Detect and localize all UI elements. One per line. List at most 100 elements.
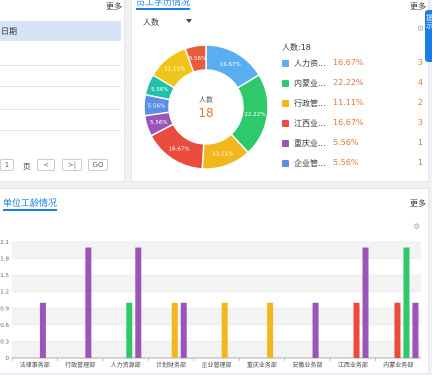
legend-swatch	[282, 80, 289, 87]
more-link[interactable]: 更多	[410, 1, 426, 12]
legend-percent: 16.67%	[333, 58, 364, 67]
legend-item[interactable]: 企业管... 5.56% 1	[282, 158, 427, 170]
x-tick-label: 重庆业务部	[247, 361, 277, 369]
grid-band	[12, 242, 421, 259]
center-value: 18	[198, 106, 213, 120]
bar[interactable]	[180, 302, 187, 358]
legend-percent: 5.56%	[333, 158, 359, 167]
y-tick-label: 2.1	[0, 240, 9, 246]
legend-count: 2	[417, 98, 423, 107]
donut-chart: 16.67% 22.22% 13.11% 16.67% 5.56% 5.56% 5.56% 1…	[143, 44, 269, 170]
bar[interactable]	[353, 302, 360, 358]
legend-swatch	[282, 60, 289, 67]
legend-name: 人力资...	[294, 59, 326, 68]
panel-title: 员工学历情况	[136, 0, 191, 10]
table-row	[0, 65, 121, 66]
y-tick-label: 0.9	[0, 306, 9, 312]
bar[interactable]	[171, 302, 178, 358]
go-button[interactable]: GO	[88, 159, 108, 171]
legend-item[interactable]: 人力资... 16.67% 3	[282, 58, 427, 70]
bar[interactable]	[312, 302, 319, 358]
slice-label: 13.11%	[212, 152, 233, 158]
chevron-down-icon[interactable]	[186, 19, 192, 23]
bar[interactable]	[39, 302, 46, 358]
legend-count: 4	[417, 78, 423, 87]
x-tick-label: 计划财务部	[156, 361, 186, 369]
legend-count: 3	[417, 58, 423, 67]
bar[interactable]	[362, 247, 369, 358]
legend-percent: 11.11%	[333, 98, 364, 107]
legend-percent: 22.22%	[333, 78, 364, 87]
x-tick-label: 企业管理部	[201, 361, 231, 369]
grid-band	[12, 308, 421, 325]
bar[interactable]	[403, 247, 410, 358]
legend-item[interactable]: 江西业... 16.67% 3	[282, 118, 427, 130]
table-row	[0, 109, 121, 110]
page-number-input[interactable]: 1	[0, 159, 14, 171]
slice-label: 5.56%	[151, 87, 168, 93]
legend-swatch	[282, 100, 289, 107]
center-label: 人数	[199, 95, 213, 104]
metric-selector[interactable]: 人数	[143, 17, 159, 28]
legend-name: 重庆业...	[294, 139, 326, 148]
last-page-button[interactable]: >|	[62, 159, 82, 171]
legend-name: 企业管...	[294, 159, 326, 168]
side-tab-label[interactable]: 提示	[426, 14, 432, 30]
seniority-panel: 单位工龄情况 更多 ⚙ 0 0.3 0.6 0.9 1.2 1.5 1.8 2.1 法律事务部行…	[0, 188, 429, 374]
settings-icon[interactable]: ⚙	[417, 24, 424, 33]
y-tick-label: 0	[6, 356, 10, 362]
x-tick-label: 内蒙业务部	[383, 361, 413, 369]
legend-item[interactable]: 内蒙业... 22.22% 4	[282, 78, 427, 90]
legend-percent: 5.56%	[333, 138, 359, 147]
x-tick-label: 安徽业务部	[292, 361, 322, 369]
x-tick-label: 法律事务部	[20, 361, 50, 369]
legend-count: 3	[417, 118, 423, 127]
legend-count: 1	[417, 158, 423, 167]
bar[interactable]	[126, 302, 133, 358]
slice-label: 5.56%	[189, 56, 206, 62]
slice-label: 5.56%	[150, 120, 167, 126]
legend-percent: 16.67%	[333, 118, 364, 127]
bar-chart: 0 0.3 0.6 0.9 1.2 1.5 1.8 2.1 法律事务部 行政管理部 人力资源部 计划财…	[0, 240, 421, 369]
legend-name: 内蒙业...	[294, 79, 326, 88]
table-row	[0, 86, 121, 87]
bar[interactable]	[85, 247, 92, 358]
slice-label: 16.67%	[220, 62, 241, 68]
legend-total: 人数:18	[282, 43, 311, 52]
slice-label: 22.22%	[245, 112, 266, 118]
legend-count: 1	[417, 138, 423, 147]
legend-item[interactable]: 行政管... 11.11% 2	[282, 98, 427, 110]
column-header-date: 日期	[1, 27, 17, 36]
slice-label: 5.56%	[148, 103, 165, 109]
slice-label: 16.67%	[169, 147, 190, 153]
bar[interactable]	[267, 302, 274, 358]
bar[interactable]	[135, 247, 142, 358]
table-header: 日期	[0, 21, 121, 41]
grid-band	[12, 341, 421, 358]
grid-band	[12, 275, 421, 292]
page-suffix: 页	[23, 162, 31, 171]
legend-swatch	[282, 160, 289, 167]
y-tick-label: 1.5	[0, 273, 9, 279]
slice-label: 11.11%	[164, 67, 185, 73]
legend-swatch	[282, 140, 289, 147]
prev-page-button[interactable]: <	[37, 159, 55, 171]
legend-name: 行政管...	[294, 99, 326, 108]
legend-name: 江西业...	[294, 119, 326, 128]
bar[interactable]	[394, 302, 401, 358]
education-panel: 员工学历情况 更多 ⚙ 人数 16.67% 22.22% 13.11% 16.67% 5…	[131, 0, 429, 182]
y-tick-label: 1.8	[0, 257, 9, 263]
x-tick-label: 行政管理部	[65, 361, 95, 369]
bar[interactable]	[412, 302, 419, 358]
y-tick-label: 1.2	[0, 290, 9, 296]
y-tick-label: 0.6	[0, 323, 9, 329]
x-tick-label: 江西业务部	[338, 361, 368, 369]
date-list-panel: 更多 日期 1 页 < >| GO	[0, 0, 125, 182]
legend-item[interactable]: 重庆业... 5.56% 1	[282, 138, 427, 150]
x-tick-label: 人力资源部	[111, 361, 141, 369]
bar[interactable]	[221, 302, 228, 358]
more-link[interactable]: 更多	[106, 1, 122, 12]
y-tick-label: 0.3	[0, 339, 9, 345]
table-row	[0, 130, 121, 131]
legend-swatch	[282, 120, 289, 127]
